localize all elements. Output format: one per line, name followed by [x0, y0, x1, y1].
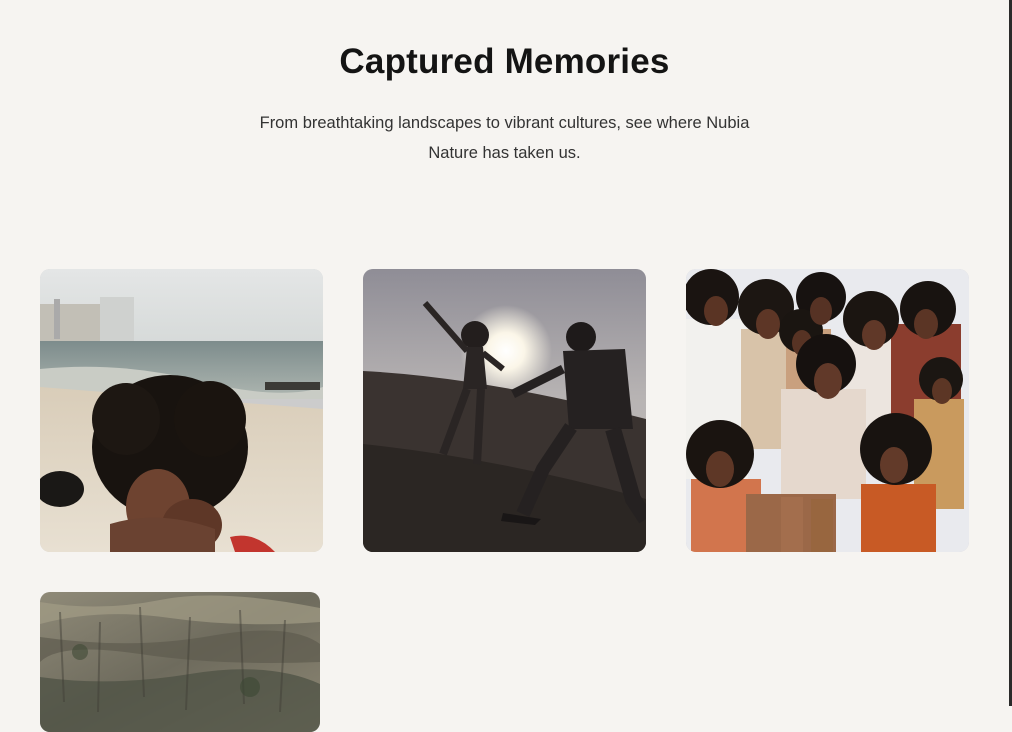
rock-texture-image — [40, 592, 320, 732]
section-title: Captured Memories — [339, 42, 670, 81]
silhouette-sunset-image — [363, 269, 646, 552]
gallery-photo-silhouette-sunset[interactable] — [363, 269, 646, 552]
group-photo-image — [686, 269, 969, 552]
beach-portrait-image — [40, 269, 323, 552]
gallery-photo-rock-texture[interactable] — [40, 592, 320, 732]
gallery-photo-group[interactable] — [686, 269, 969, 552]
gallery-photo-beach-portrait[interactable] — [40, 269, 323, 552]
section-header: Captured Memories From breathtaking land… — [0, 40, 1009, 168]
section-subtitle: From breathtaking landscapes to vibrant … — [259, 114, 750, 162]
